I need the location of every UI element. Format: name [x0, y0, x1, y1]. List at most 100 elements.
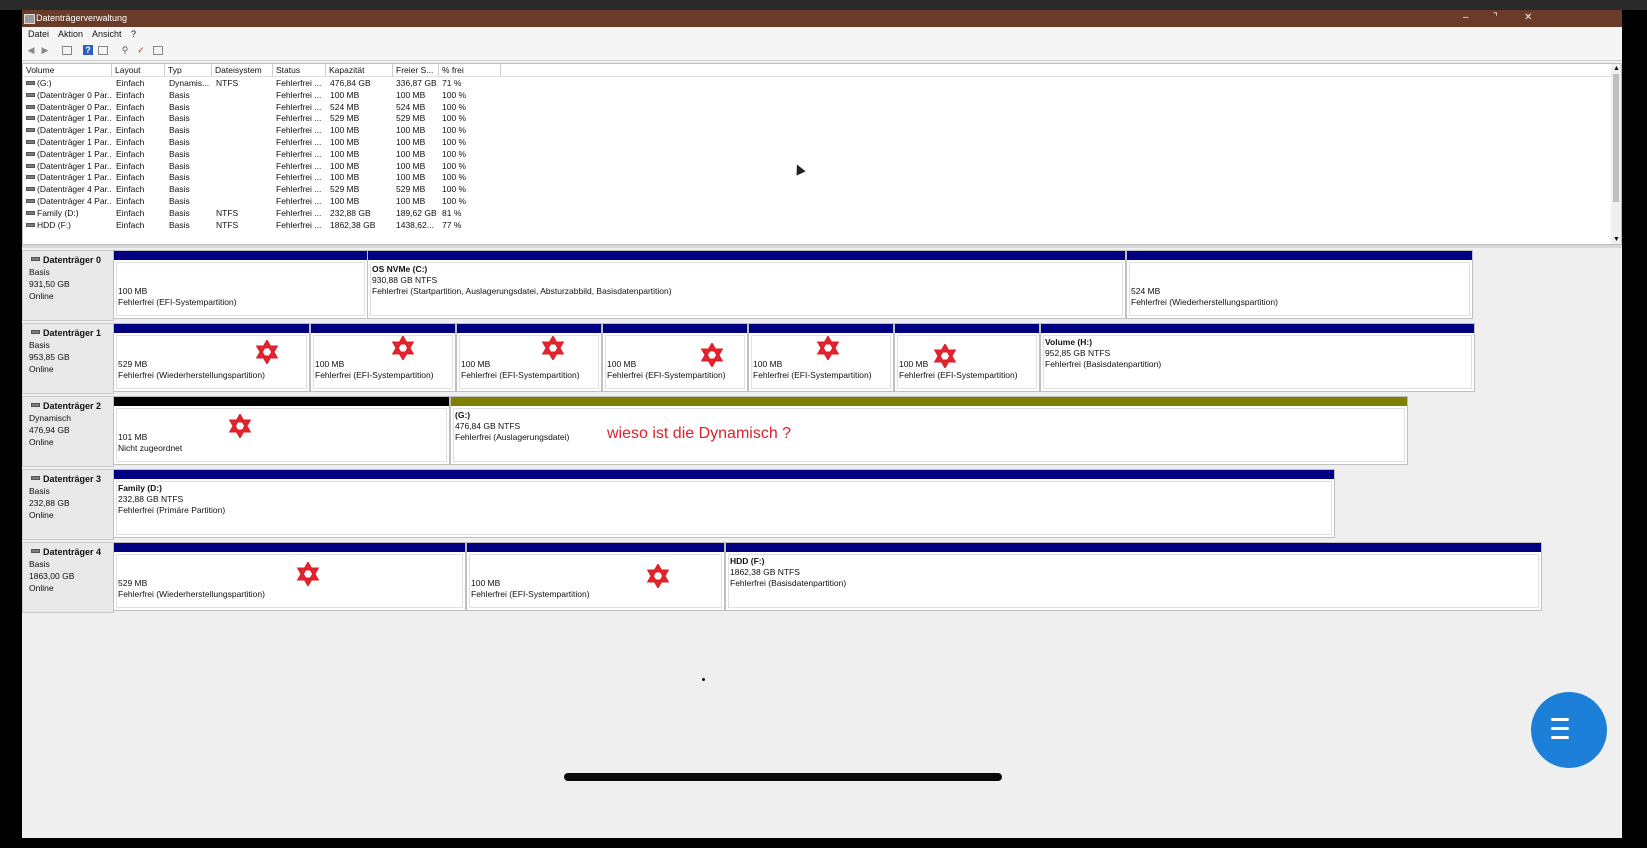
partition-size: 100 MB [899, 359, 929, 369]
table-row[interactable]: (Datenträger 0 Par... Einfach Basis Fehlerf… [23, 89, 1608, 101]
table-row[interactable]: (G:) Einfach Dynamis... NTFS Fehlerfrei ... 4… [23, 77, 1608, 89]
connect-icon[interactable]: ⚲ [120, 45, 130, 55]
col-layout[interactable]: Layout [112, 64, 165, 76]
disk-size: 953,85 GB [29, 352, 70, 362]
star-annotation-icon [297, 562, 319, 586]
table-cell: Fehlerfrei ... [276, 125, 322, 136]
volume-list: Volume Layout Typ Dateisystem Status Kap… [22, 63, 1622, 245]
partition-block[interactable]: OS NVMe (C:) 930,88 GB NTFS Fehlerfrei (St… [367, 250, 1126, 319]
table-cell [216, 148, 274, 160]
star-annotation-icon [817, 336, 839, 360]
table-cell: 100 % [442, 113, 467, 124]
partition-block[interactable]: 529 MB Fehlerfrei (Wiederherstellungspart… [113, 323, 310, 392]
partition-size: 100 MB [471, 578, 501, 588]
table-cell: 529 MB [330, 184, 360, 195]
table-row[interactable]: (Datenträger 1 Par... Einfach Basis Fehlerf… [23, 124, 1608, 136]
partition-block[interactable]: 529 MB Fehlerfrei (Wiederherstellungspart… [113, 542, 466, 611]
drive-icon [26, 163, 35, 168]
maximize-button[interactable]: ⌝ [1493, 12, 1498, 23]
col-volume[interactable]: Volume [23, 64, 112, 76]
col-kapazitaet[interactable]: Kapazität [326, 64, 393, 76]
table-cell: Fehlerfrei ... [276, 207, 322, 218]
disk-label[interactable]: Datenträger 4 Basis 1863,00 GB Online [22, 542, 114, 613]
partition-block[interactable]: 100 MB Fehlerfrei (EFI-Systempartition) [466, 542, 725, 611]
table-row[interactable]: (Datenträger 4 Par... Einfach Basis Fehlerf… [23, 183, 1608, 195]
menu-help[interactable]: ? [131, 29, 136, 39]
disk-name: Datenträger 4 [43, 547, 102, 557]
partition-color-bar [603, 324, 747, 333]
partition-block[interactable]: 100 MB Fehlerfrei (EFI-Systempartition) [894, 323, 1040, 392]
partition-status: Fehlerfrei (EFI-Systempartition) [753, 370, 872, 380]
table-row[interactable]: (Datenträger 1 Par... Einfach Basis Fehlerf… [23, 136, 1608, 148]
table-cell: 100 % [442, 160, 467, 171]
partition-color-bar [114, 543, 465, 552]
table-row[interactable]: (Datenträger 1 Par... Einfach Basis Fehlerf… [23, 160, 1608, 172]
disk-size: 232,88 GB [29, 498, 70, 508]
partition-block[interactable]: Family (D:) 232,88 GB NTFS Fehlerfrei (Pri… [113, 469, 1335, 538]
table-row[interactable]: (Datenträger 0 Par... Einfach Basis Fehlerf… [23, 101, 1608, 113]
partition-block[interactable]: 101 MB Nicht zugeordnet [113, 396, 450, 465]
table-cell: Fehlerfrei ... [276, 219, 322, 230]
partition-status: Fehlerfrei (Wiederherstellungspartition) [118, 589, 265, 599]
forward-arrow-icon[interactable]: ▶ [40, 45, 50, 55]
back-arrow-icon[interactable]: ◀ [26, 45, 36, 55]
menu-ansicht[interactable]: Ansicht [92, 29, 122, 39]
col-status[interactable]: Status [273, 64, 326, 76]
app-icon [24, 14, 35, 24]
disk-label[interactable]: Datenträger 0 Basis 931,50 GB Online [22, 250, 114, 321]
col-typ[interactable]: Typ [165, 64, 212, 76]
col-prozent-frei[interactable]: % frei [439, 64, 501, 76]
partition-block[interactable]: 524 MB Fehlerfrei (Wiederherstellungspart… [1126, 250, 1473, 319]
help-icon[interactable]: ? [83, 45, 93, 55]
scroll-thumb[interactable] [1613, 74, 1619, 202]
pane-splitter[interactable] [22, 245, 1622, 248]
menu-datei[interactable]: Datei [28, 29, 49, 39]
table-cell: 100 % [442, 196, 467, 206]
table-cell: 524 MB [330, 101, 360, 112]
table-cell: Fehlerfrei ... [276, 148, 322, 159]
disk-management-window: Datenträgerverwaltung – ⌝ ✕ Datei Aktion… [22, 10, 1622, 838]
volume-list-scrollbar[interactable]: ▲ ▼ [1611, 64, 1621, 244]
table-cell: Basis [169, 196, 190, 206]
home-indicator-bar[interactable] [564, 773, 1002, 781]
star-annotation-icon [647, 564, 669, 588]
checklist-icon[interactable]: ✓ [136, 45, 146, 55]
table-row[interactable]: (Datenträger 4 Par... Einfach Basis Fehlerf… [23, 195, 1608, 207]
menu-fab-button[interactable] [1531, 692, 1607, 768]
menu-aktion[interactable]: Aktion [58, 29, 83, 39]
table-row[interactable]: (Datenträger 1 Par... Einfach Basis Fehlerf… [23, 171, 1608, 183]
star-annotation-icon [256, 340, 278, 364]
table-cell: 232,88 GB [330, 207, 371, 218]
disk-name: Datenträger 2 [43, 401, 102, 411]
partition-title: HDD (F:) [730, 556, 765, 566]
disk-label[interactable]: Datenträger 2 Dynamisch 476,94 GB Online [22, 396, 114, 467]
col-dateisystem[interactable]: Dateisystem [212, 64, 273, 76]
col-freier-speicher[interactable]: Freier S... [393, 64, 439, 76]
partition-size: 101 MB [118, 432, 148, 442]
scroll-up-icon[interactable]: ▲ [1613, 65, 1620, 72]
partition-block[interactable]: 100 MB Fehlerfrei (EFI-Systempartition) [602, 323, 748, 392]
scroll-down-icon[interactable]: ▼ [1613, 236, 1620, 243]
table-row[interactable]: HDD (F:) Einfach Basis NTFS Fehlerfrei ... 18… [23, 219, 1608, 231]
list-view-icon[interactable] [153, 46, 163, 55]
menu-icon-line [1551, 727, 1569, 730]
disk-name: Datenträger 0 [43, 255, 102, 265]
partition-block[interactable]: Volume (H:) 952,85 GB NTFS Fehlerfrei (Bas… [1040, 323, 1475, 392]
table-row[interactable]: (Datenträger 1 Par... Einfach Basis Fehlerf… [23, 112, 1608, 124]
table-row[interactable]: Family (D:) Einfach Basis NTFS Fehlerfrei ..… [23, 207, 1608, 219]
console-tree-icon[interactable] [62, 46, 72, 55]
disk-label[interactable]: Datenträger 1 Basis 953,85 GB Online [22, 323, 114, 394]
partition-block[interactable]: 100 MB Fehlerfrei (EFI-Systempartition) [310, 323, 456, 392]
properties-icon[interactable] [98, 46, 108, 55]
minimize-button[interactable]: – [1463, 12, 1469, 23]
close-button[interactable]: ✕ [1524, 12, 1532, 23]
disk-icon [31, 476, 40, 480]
partition-block[interactable]: HDD (F:) 1862,38 GB NTFS Fehlerfrei (Basis… [725, 542, 1542, 611]
partition-block[interactable]: 100 MB Fehlerfrei (EFI-Systempartition) [456, 323, 602, 392]
table-cell: Fehlerfrei ... [276, 137, 322, 147]
partition-block[interactable]: 100 MB Fehlerfrei (EFI-Systempartition) [113, 250, 368, 319]
disk-label[interactable]: Datenträger 3 Basis 232,88 GB Online [22, 469, 114, 540]
table-row[interactable]: (Datenträger 1 Par... Einfach Basis Fehlerf… [23, 148, 1608, 160]
partition-block[interactable]: (G:) 476,84 GB NTFS Fehlerfrei (Auslagerun… [450, 396, 1408, 465]
partition-title: (G:) [455, 410, 471, 420]
